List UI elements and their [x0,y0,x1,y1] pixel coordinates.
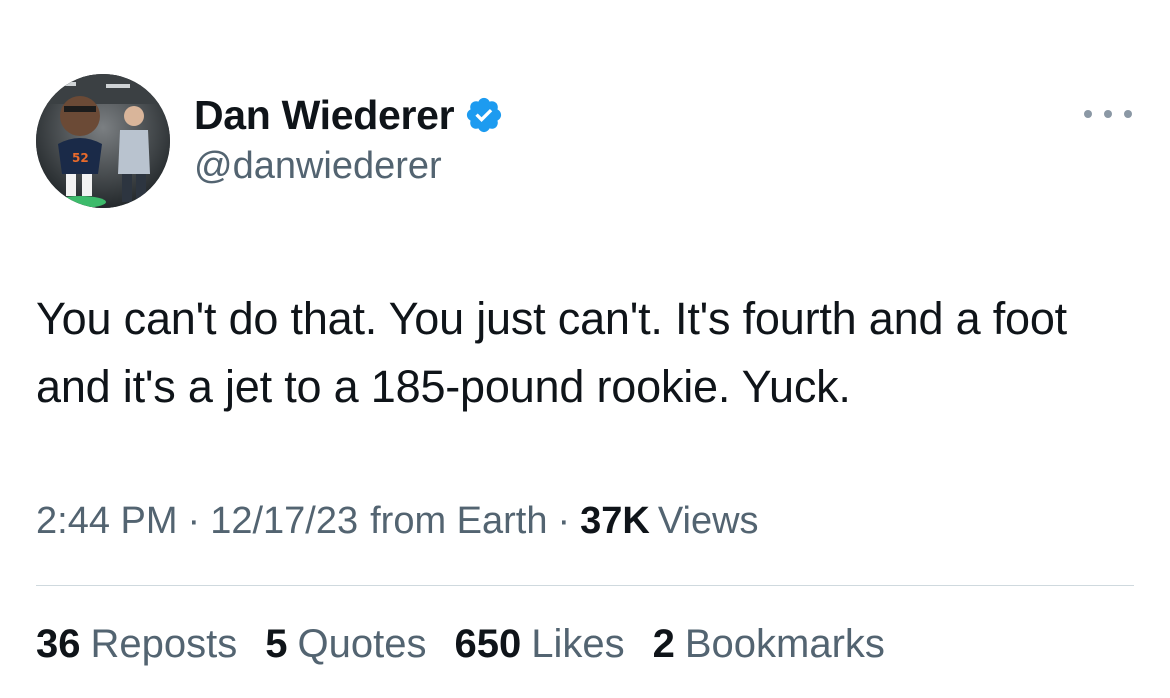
tweet-text: You can't do that. You just can't. It's … [36,293,1067,412]
author-name-row: Dan Wiederer [194,90,504,140]
reposts-count: 36 [36,622,81,666]
dot-icon [1084,110,1092,118]
reposts-label: Reposts [90,622,238,666]
dot-icon [1124,110,1132,118]
reposts-stat[interactable]: 36 Reposts [36,622,237,667]
svg-text:52: 52 [72,151,89,165]
separator: · [187,500,201,542]
avatar-photo-icon: 52 [36,74,170,208]
verified-badge-icon[interactable] [464,95,504,135]
tweet-source: from Earth [370,500,548,542]
views-label[interactable]: Views [658,500,759,543]
tweet-date[interactable]: 12/17/23 [210,500,358,543]
bookmarks-stat[interactable]: 2 Bookmarks [653,622,885,667]
quotes-label: Quotes [297,622,427,666]
tweet-time[interactable]: 2:44 PM [36,500,178,543]
tweet-metadata: 2:44 PM · 12/17/23 from Earth · 37K View… [36,500,759,543]
divider [36,585,1134,586]
quotes-count: 5 [265,622,288,666]
likes-stat[interactable]: 650 Likes [454,622,624,667]
engagement-stats: 36 Reposts 5 Quotes 650 Likes 2 Bookmark… [36,622,913,667]
bookmarks-label: Bookmarks [684,622,885,666]
likes-count: 650 [454,622,522,666]
more-options-icon[interactable] [1084,100,1132,128]
quotes-stat[interactable]: 5 Quotes [265,622,426,667]
dot-icon [1104,110,1112,118]
tweet-detail: 52 Dan Wiederer @danwiederer You can't d… [0,0,1170,698]
views-count[interactable]: 37K [580,500,650,543]
separator: · [557,500,571,542]
author-avatar[interactable]: 52 [36,74,170,208]
likes-label: Likes [531,622,625,666]
author-display-name[interactable]: Dan Wiederer [194,92,455,139]
bookmarks-count: 2 [652,622,675,666]
author-handle[interactable]: @danwiederer [194,145,442,188]
